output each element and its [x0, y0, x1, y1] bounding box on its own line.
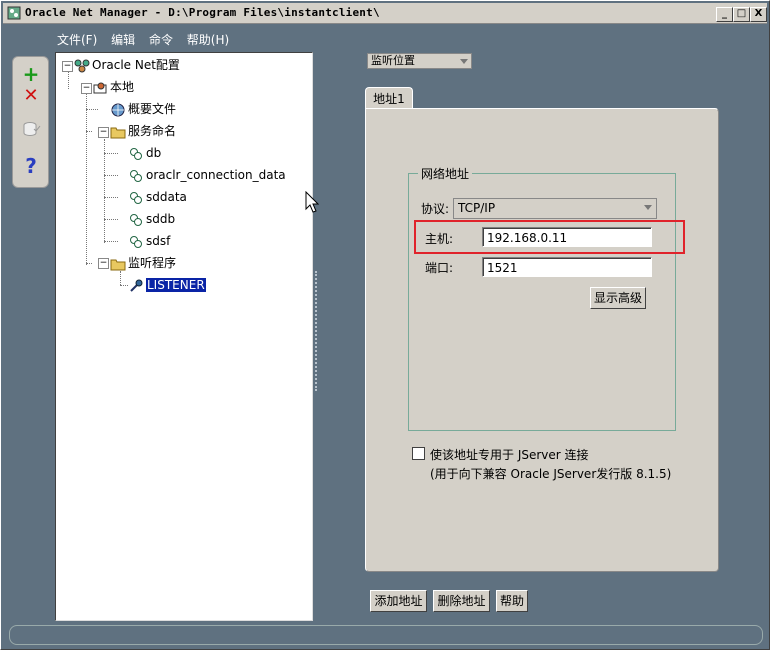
add-address-button[interactable]: 添加地址	[370, 590, 427, 612]
tree-root-label: Oracle Net配置	[92, 58, 180, 72]
menu-command[interactable]: 命令	[149, 33, 173, 47]
tree-service-sddata[interactable]: sddata	[128, 188, 187, 206]
maximize-button[interactable]: □	[733, 7, 750, 22]
tree-service-naming[interactable]: 服务命名	[110, 122, 176, 140]
chevron-down-icon	[644, 205, 652, 210]
collapse-toggle[interactable]: −	[62, 61, 73, 72]
service-label: oraclr_connection_data	[146, 168, 286, 182]
collapse-toggle[interactable]: −	[81, 83, 92, 94]
tree-service-sdsf[interactable]: sdsf	[128, 232, 170, 250]
listener-icon	[130, 279, 143, 292]
tab-address-1[interactable]: 地址1	[365, 87, 413, 110]
menu-help[interactable]: 帮助(H)	[187, 33, 229, 47]
tree-service-db[interactable]: db	[128, 144, 161, 162]
main-window: Oracle Net Manager - D:\Program Files\in…	[0, 0, 770, 650]
globe-icon	[111, 103, 125, 116]
menu-edit[interactable]: 编辑	[111, 33, 135, 47]
help-button[interactable]: 帮助	[496, 590, 528, 612]
tree-profile-label: 概要文件	[128, 102, 177, 116]
close-button[interactable]: X	[750, 7, 767, 22]
mouse-cursor-icon	[305, 191, 319, 213]
local-folder-icon	[93, 82, 107, 93]
service-icon	[130, 169, 142, 182]
tree-local-label: 本地	[110, 80, 135, 94]
x-icon[interactable]: ✕	[20, 85, 42, 107]
view-select[interactable]: 监听位置	[367, 53, 472, 69]
jserver-note: (用于向下兼容 Oracle JServer发行版 8.1.5)	[430, 467, 672, 481]
service-icon	[130, 147, 142, 160]
folder-icon	[110, 127, 126, 138]
port-label: 端口:	[425, 261, 454, 275]
protocol-label: 协议:	[421, 202, 450, 216]
folder-icon	[110, 259, 126, 270]
protocol-select[interactable]: TCP/IP	[453, 198, 657, 219]
status-bar	[9, 625, 763, 645]
collapse-toggle[interactable]: −	[98, 127, 109, 138]
app-icon	[7, 6, 21, 20]
service-icon	[130, 213, 142, 226]
menu-bar: 文件(F) 编辑 命令 帮助(H)	[57, 31, 239, 49]
help-icon[interactable]: ?	[20, 155, 42, 177]
service-icon	[130, 191, 142, 204]
tree-service-sddb[interactable]: sddb	[128, 210, 175, 228]
collapse-toggle[interactable]: −	[98, 258, 109, 269]
title-bar: Oracle Net Manager - D:\Program Files\in…	[3, 3, 767, 24]
minimize-button[interactable]: _	[716, 7, 733, 22]
service-label: sdsf	[146, 234, 171, 248]
chevron-down-icon	[460, 59, 468, 64]
tree-profile[interactable]: 概要文件	[110, 100, 176, 118]
show-advanced-button[interactable]: 显示高级	[590, 287, 646, 309]
service-label: sddata	[146, 190, 187, 204]
port-field[interactable]: 1521	[482, 257, 652, 277]
service-icon	[130, 235, 142, 248]
menu-file[interactable]: 文件(F)	[57, 33, 97, 47]
window-title: Oracle Net Manager - D:\Program Files\in…	[25, 6, 380, 19]
tree-service-oraclr[interactable]: oraclr_connection_data	[128, 166, 286, 184]
splitter-handle[interactable]	[315, 271, 321, 391]
service-label: sddb	[146, 212, 176, 226]
host-field[interactable]: 192.168.0.11	[482, 227, 652, 247]
jserver-checkbox-label: 使该地址专用于 JServer 连接	[430, 448, 589, 462]
database-check-icon[interactable]	[20, 119, 42, 141]
tree-root[interactable]: Oracle Net配置	[74, 56, 180, 74]
protocol-value: TCP/IP	[458, 201, 496, 215]
jserver-checkbox[interactable]	[412, 447, 425, 460]
tree-listener-label: LISTENER	[145, 277, 207, 293]
delete-address-button[interactable]: 删除地址	[433, 590, 490, 612]
config-tree[interactable]: − Oracle Net配置 − 本地 概要文件 − 服务命名 db oracl…	[55, 52, 313, 621]
plus-icon[interactable]: +	[20, 63, 42, 85]
network-config-icon	[74, 59, 90, 72]
tree-local[interactable]: 本地	[92, 78, 134, 96]
tree-listeners[interactable]: 监听程序	[110, 254, 176, 272]
side-toolbar: + ✕ ?	[12, 56, 49, 188]
tree-listeners-label: 监听程序	[128, 256, 177, 270]
tree-service-naming-label: 服务命名	[128, 124, 177, 138]
host-label: 主机:	[425, 232, 454, 246]
service-label: db	[146, 146, 162, 160]
view-select-value: 监听位置	[371, 54, 415, 67]
group-title: 网络地址	[418, 165, 473, 182]
tree-listener[interactable]: LISTENER	[128, 276, 207, 294]
